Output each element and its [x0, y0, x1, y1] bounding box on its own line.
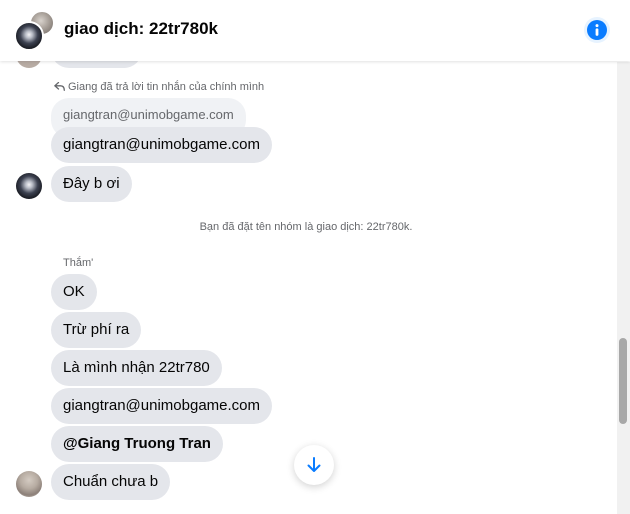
- scrollbar-track[interactable]: [617, 62, 630, 514]
- conversation-title[interactable]: giao dịch: 22tr780k: [64, 19, 218, 39]
- avatar[interactable]: [16, 471, 42, 497]
- conversation-info-button[interactable]: [584, 17, 610, 43]
- reply-arrow-icon: [54, 82, 65, 91]
- sender-name: Thắm': [63, 257, 94, 269]
- group-avatar[interactable]: [14, 11, 56, 53]
- message-bubble[interactable]: giangtran@unimobgame.com: [51, 388, 272, 424]
- avatar[interactable]: [16, 173, 42, 199]
- message-bubble[interactable]: OK: [51, 274, 97, 310]
- chat-window: giao dịch: 22tr780k Giang đã trả lời tin…: [0, 0, 630, 514]
- system-message: Bạn đã đặt tên nhóm là giao dịch: 22tr78…: [199, 221, 413, 233]
- scroll-to-bottom-button[interactable]: [294, 445, 334, 485]
- message-bubble[interactable]: giangtran@unimobgame.com: [51, 127, 272, 163]
- message-bubble[interactable]: Là mình nhận 22tr780: [51, 350, 222, 386]
- message-bubble[interactable]: Trừ phí ra: [51, 312, 142, 348]
- scrollbar-thumb[interactable]: [619, 338, 627, 424]
- member-avatar: [14, 21, 44, 51]
- reply-indicator: Giang đã trả lời tin nhắn của chính mình: [54, 81, 264, 93]
- message-bubble[interactable]: Đây b ơi: [51, 166, 132, 202]
- mention-message-bubble[interactable]: @Giang Truong Tran: [51, 426, 223, 462]
- conversation-header: giao dịch: 22tr780k: [0, 0, 630, 61]
- info-icon: [587, 20, 607, 40]
- message-bubble[interactable]: Chuẩn chưa b: [51, 464, 171, 500]
- reply-note-text: Giang đã trả lời tin nhắn của chính mình: [68, 81, 265, 93]
- arrow-down-icon: [307, 457, 321, 472]
